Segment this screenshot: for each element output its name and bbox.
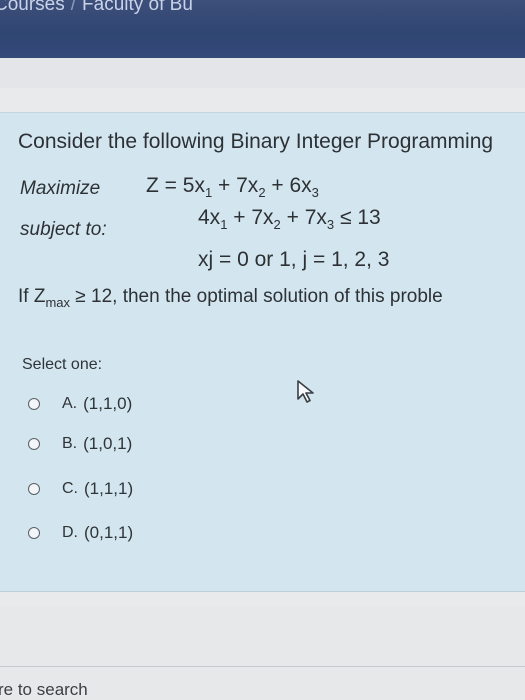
mouse-pointer-icon	[297, 380, 314, 403]
taskbar-search-box[interactable]: re to search	[0, 680, 88, 700]
option-c[interactable]: C. (1,1,1)	[28, 475, 133, 503]
radio-button[interactable]	[28, 483, 40, 495]
constraint-expression: 4x1 + 7x2 + 7x3 ≤ 13	[198, 206, 381, 233]
radio-button[interactable]	[28, 398, 40, 410]
breadcrumb: Courses / Faculty of Bu	[0, 0, 193, 16]
option-d[interactable]: D. (0,1,1)	[28, 519, 133, 547]
taskbar-edge	[0, 666, 525, 667]
objective-label: Maximize	[20, 178, 101, 199]
breadcrumb-separator: /	[70, 0, 77, 15]
question-intro: Consider the following Binary Integer Pr…	[18, 130, 494, 153]
top-navigation-bar: Courses / Faculty of Bu	[0, 0, 525, 58]
page-banner	[0, 58, 525, 88]
breadcrumb-courses-link[interactable]: Courses	[0, 0, 65, 15]
option-text: (1,1,1)	[84, 479, 134, 498]
radio-button[interactable]	[28, 438, 40, 450]
constraint-label: subject to:	[20, 219, 107, 240]
binary-domain-line: xj = 0 or 1, j = 1, 2, 3	[198, 248, 390, 271]
objective-row: Maximize	[20, 178, 100, 200]
option-a[interactable]: A. (1,1,0)	[28, 390, 132, 418]
option-text: (0,1,1)	[84, 523, 134, 542]
select-one-label: Select one:	[22, 356, 103, 373]
question-condition: If Zmax ≥ 12, then the optimal solution …	[18, 286, 443, 310]
constraint-row: subject to:	[20, 219, 107, 241]
option-text: (1,1,0)	[83, 394, 133, 413]
radio-button[interactable]	[28, 527, 40, 539]
option-text: (1,0,1)	[83, 434, 133, 453]
option-b[interactable]: B. (1,0,1)	[28, 430, 132, 458]
objective-function: Z = 5x1 + 7x2 + 6x3	[146, 174, 319, 201]
breadcrumb-faculty-link[interactable]: Faculty of Bu	[82, 0, 193, 15]
